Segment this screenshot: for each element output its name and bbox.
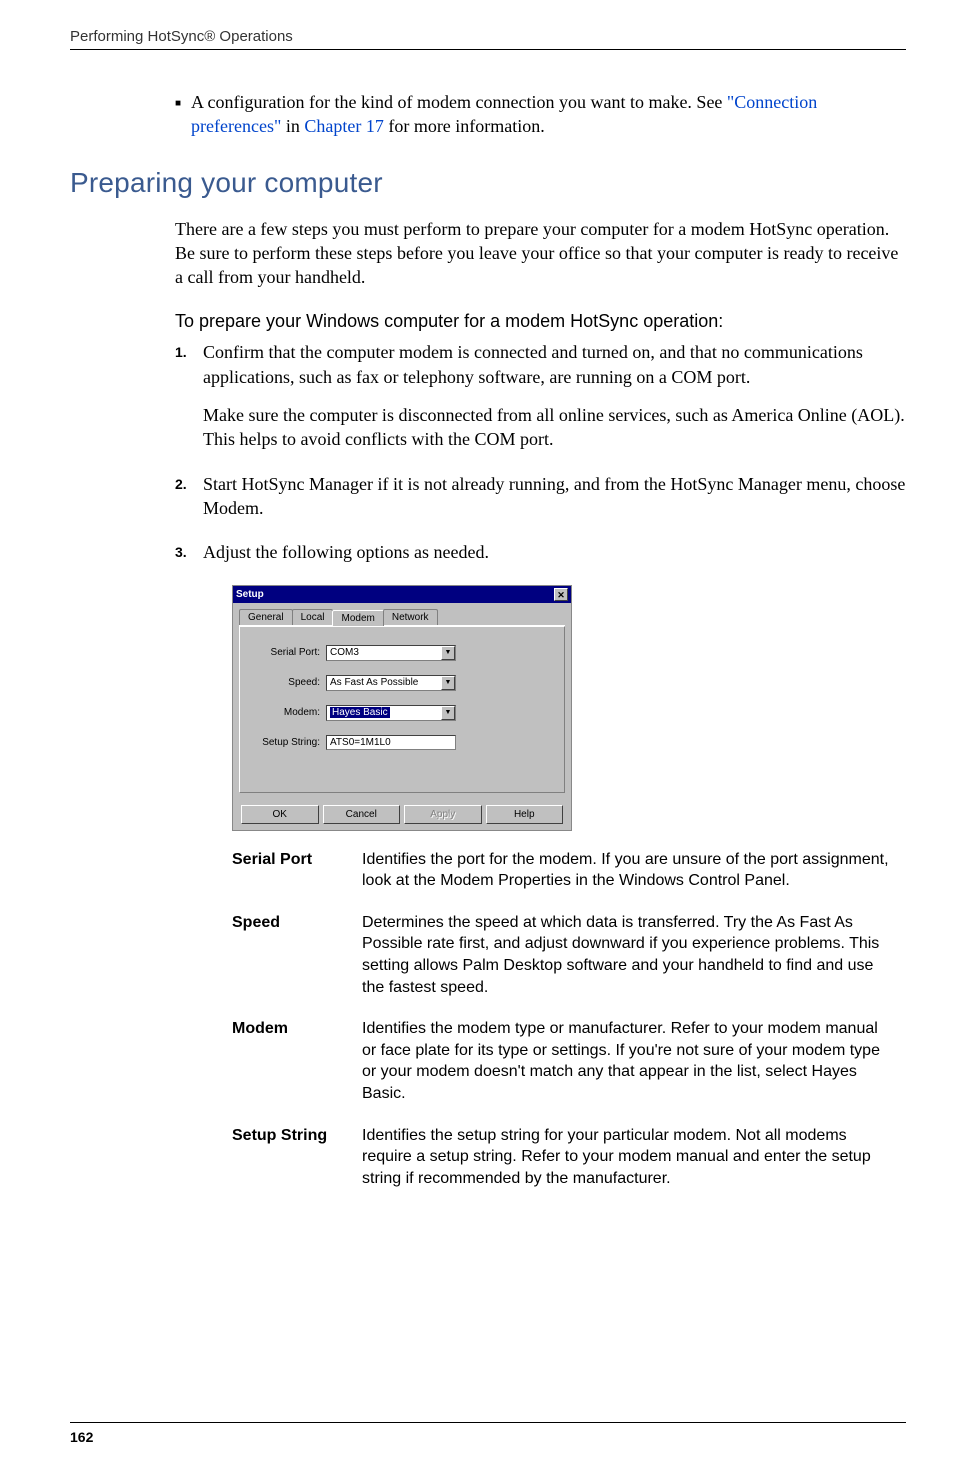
step-text: Start HotSync Manager if it is not alrea… [203, 472, 906, 521]
tab-network[interactable]: Network [383, 609, 438, 625]
tab-panel: Serial Port: COM3 ▼ Speed: As Fast As Po… [239, 626, 565, 793]
step-number: 1. [175, 340, 203, 389]
serial-port-value: COM3 [330, 647, 359, 658]
def-term: Serial Port [232, 849, 362, 892]
def-desc: Identifies the setup string for your par… [362, 1125, 906, 1190]
apply-button[interactable]: Apply [404, 805, 482, 824]
modem-value: Hayes Basic [330, 707, 390, 718]
modem-label: Modem: [252, 707, 320, 718]
setup-string-input[interactable]: ATS0=1M1L0 [326, 735, 456, 750]
modem-select[interactable]: Hayes Basic ▼ [326, 705, 456, 721]
def-desc: Identifies the port for the modem. If yo… [362, 849, 906, 892]
bullet-mid: in [281, 116, 304, 136]
running-header: Performing HotSync® Operations [70, 28, 906, 45]
step-number: 2. [175, 472, 203, 521]
serial-port-row: Serial Port: COM3 ▼ [252, 645, 552, 661]
step-text: Adjust the following options as needed. [203, 540, 906, 564]
step-3: 3. Adjust the following options as neede… [175, 540, 906, 564]
subheading: To prepare your Windows computer for a m… [175, 311, 906, 332]
def-term: Modem [232, 1018, 362, 1104]
modem-row: Modem: Hayes Basic ▼ [252, 705, 552, 721]
tab-local[interactable]: Local [292, 609, 334, 625]
link-chapter-17[interactable]: Chapter 17 [304, 116, 383, 136]
setup-string-label: Setup String: [252, 737, 320, 748]
bullet-text: A configuration for the kind of modem co… [191, 90, 906, 139]
speed-label: Speed: [252, 677, 320, 688]
bullet-post: for more information. [384, 116, 545, 136]
page-number: 162 [70, 1429, 93, 1445]
dialog-titlebar: Setup ✕ [233, 586, 571, 603]
section-intro: There are a few steps you must perform t… [175, 217, 906, 290]
def-desc: Identifies the modem type or manufacture… [362, 1018, 906, 1104]
chevron-down-icon[interactable]: ▼ [441, 646, 455, 660]
setup-dialog: Setup ✕ General Local Modem Network Seri… [232, 585, 572, 831]
dialog-button-row: OK Cancel Apply Help [233, 799, 571, 830]
step-2: 2. Start HotSync Manager if it is not al… [175, 472, 906, 521]
bullet-pre: A configuration for the kind of modem co… [191, 92, 727, 112]
bullet-square-icon: ■ [175, 97, 181, 139]
def-desc: Determines the speed at which data is tr… [362, 912, 906, 998]
speed-value: As Fast As Possible [330, 677, 418, 688]
dialog-body: General Local Modem Network Serial Port:… [233, 603, 571, 799]
def-term: Setup String [232, 1125, 362, 1190]
def-setup-string: Setup String Identifies the setup string… [232, 1125, 906, 1190]
chevron-down-icon[interactable]: ▼ [441, 706, 455, 720]
tab-row: General Local Modem Network [239, 609, 565, 626]
serial-port-label: Serial Port: [252, 647, 320, 658]
step-text: Confirm that the computer modem is conne… [203, 340, 906, 389]
ok-button[interactable]: OK [241, 805, 319, 824]
setup-string-row: Setup String: ATS0=1M1L0 [252, 735, 552, 750]
help-button[interactable]: Help [486, 805, 564, 824]
section-heading: Preparing your computer [70, 167, 906, 199]
speed-row: Speed: As Fast As Possible ▼ [252, 675, 552, 691]
chevron-down-icon[interactable]: ▼ [441, 676, 455, 690]
speed-select[interactable]: As Fast As Possible ▼ [326, 675, 456, 691]
step-number: 3. [175, 540, 203, 564]
dialog-title: Setup [236, 589, 264, 600]
def-serial-port: Serial Port Identifies the port for the … [232, 849, 906, 892]
cancel-button[interactable]: Cancel [323, 805, 401, 824]
step-1-note: Make sure the computer is disconnected f… [203, 403, 906, 452]
tab-general[interactable]: General [239, 609, 293, 625]
def-modem: Modem Identifies the modem type or manuf… [232, 1018, 906, 1104]
header-rule [70, 49, 906, 50]
close-icon[interactable]: ✕ [554, 588, 568, 601]
step-1: 1. Confirm that the computer modem is co… [175, 340, 906, 389]
footer-rule [70, 1422, 906, 1423]
def-speed: Speed Determines the speed at which data… [232, 912, 906, 998]
tab-modem[interactable]: Modem [332, 610, 383, 626]
bullet-item: ■ A configuration for the kind of modem … [175, 90, 906, 139]
serial-port-select[interactable]: COM3 ▼ [326, 645, 456, 661]
def-term: Speed [232, 912, 362, 998]
